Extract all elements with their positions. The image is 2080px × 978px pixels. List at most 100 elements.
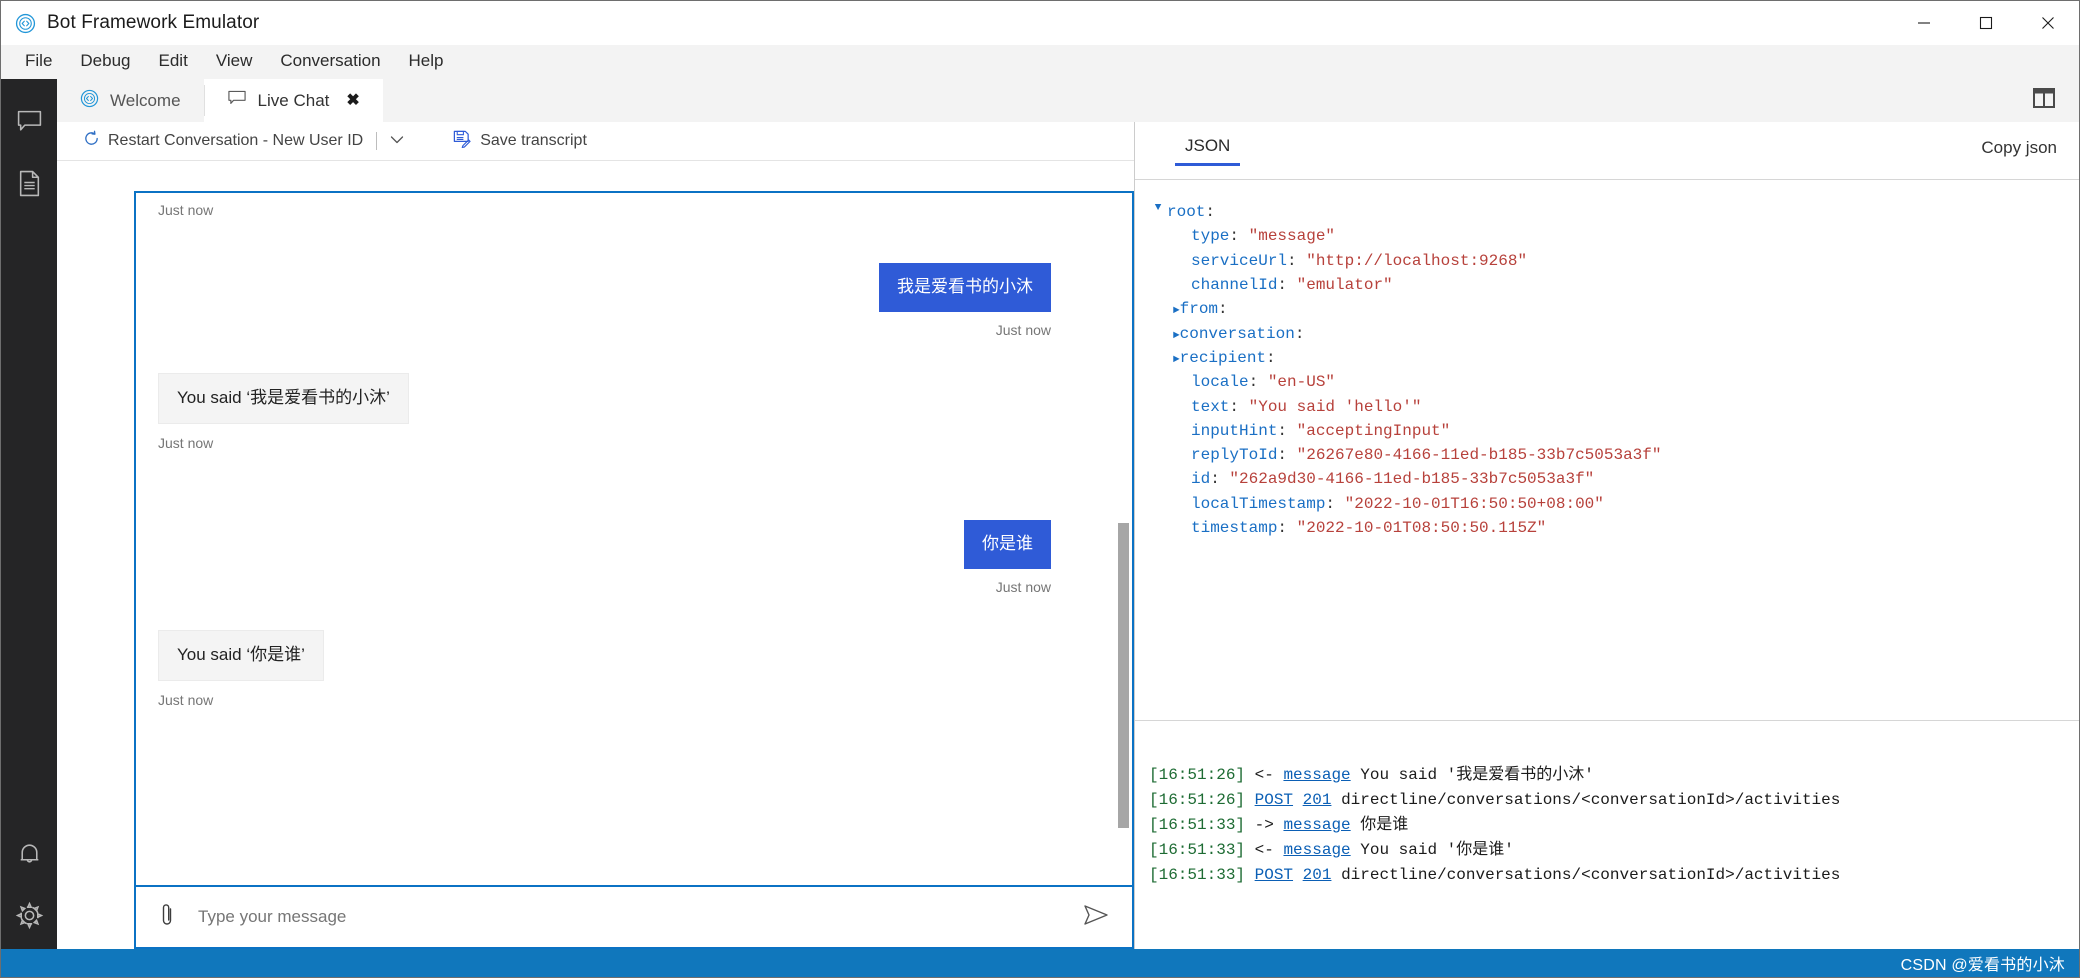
json-row: ► replyToId: "26267e80-4166-11ed-b185-33… <box>1149 443 2079 467</box>
log-message: You said '你是谁' <box>1360 840 1514 859</box>
minimize-button[interactable] <box>1893 1 1955 45</box>
message-row-bot-2: You said ‘你是谁’ <box>158 629 1094 681</box>
log-direction: <- <box>1254 840 1274 859</box>
twisty-placeholder-icon: ► <box>1149 443 1167 460</box>
chat-pane: Restart Conversation - New User ID Save … <box>57 122 1135 949</box>
json-row-recipient[interactable]: ► ►recipient: <box>1149 346 2079 370</box>
close-button[interactable] <box>2017 1 2079 45</box>
log-link[interactable]: message <box>1283 816 1350 834</box>
tab-label: Live Chat <box>257 90 330 110</box>
restart-conversation-dropdown[interactable] <box>386 130 408 152</box>
message-bubble-bot[interactable]: You said ‘我是爱看书的小沐’ <box>158 372 409 424</box>
chat-bubble-icon <box>16 108 43 140</box>
chevron-right-icon[interactable]: ► <box>1173 305 1180 317</box>
title-bar: Bot Framework Emulator <box>1 1 2079 45</box>
window-controls <box>1893 1 2079 45</box>
log-message: 你是谁 <box>1360 815 1409 834</box>
json-row: ► localTimestamp: "2022-10-01T16:50:50+0… <box>1149 492 2079 516</box>
json-key: from <box>1179 300 1219 319</box>
tab-json[interactable]: JSON <box>1175 136 1241 166</box>
json-row: ► serviceUrl: "http://localhost:9268" <box>1149 249 2079 273</box>
json-key: recipient <box>1179 348 1267 367</box>
restart-circular-arrow-icon <box>83 130 100 152</box>
menu-item-view[interactable]: View <box>202 46 267 77</box>
chat-transcript-panel[interactable]: Just now 我是爱看书的小沐 Just now You said ‘我是爱… <box>134 191 1134 887</box>
chat-scrollbar-track[interactable] <box>1116 193 1130 885</box>
attach-file-button[interactable] <box>150 900 184 934</box>
transcript-top-timestamp: Just now <box>158 202 214 218</box>
close-icon[interactable]: ✖ <box>346 92 359 109</box>
log-status-code[interactable]: 201 <box>1303 791 1332 809</box>
json-row: ► locale: "en-US" <box>1149 370 2079 394</box>
sidebar-item-chat[interactable] <box>1 93 57 155</box>
json-key: text <box>1191 397 1230 416</box>
json-key: inputHint <box>1191 421 1278 440</box>
chevron-down-icon[interactable]: ▼ <box>1149 200 1167 217</box>
json-key: replyToId <box>1191 446 1278 465</box>
chevron-right-icon[interactable]: ► <box>1173 330 1180 342</box>
log-link[interactable]: message <box>1283 841 1350 859</box>
maximize-button[interactable] <box>1955 1 2017 45</box>
log-row: [16:51:26] POST 201 directline/conversat… <box>1149 788 2079 813</box>
json-row: ► text: "You said 'hello'" <box>1149 395 2079 419</box>
inspector-pane: JSON Copy json ▼ root: ► type: "message" <box>1135 122 2079 949</box>
menu-item-file[interactable]: File <box>11 46 66 77</box>
twisty-placeholder-icon: ► <box>1149 467 1167 484</box>
message-timestamp: Just now <box>158 434 214 451</box>
twisty-placeholder-icon: ► <box>1149 419 1167 436</box>
send-button[interactable] <box>1078 900 1114 934</box>
toolbar-divider <box>376 132 378 150</box>
json-key: timestamp <box>1191 519 1278 538</box>
json-value: "emulator" <box>1296 275 1393 294</box>
log-direction: <- <box>1254 766 1274 784</box>
tab-live-chat[interactable]: Live Chat ✖ <box>203 79 383 122</box>
log-link[interactable]: message <box>1283 766 1350 784</box>
json-row-from[interactable]: ► ►from: <box>1149 297 2079 321</box>
message-row-user-1: 我是爱看书的小沐 <box>158 263 1094 312</box>
twisty-placeholder-icon: ► <box>1149 395 1167 412</box>
twisty-placeholder-icon: ► <box>1149 370 1167 387</box>
sidebar-item-resources[interactable] <box>1 155 57 217</box>
activity-bar <box>1 79 57 949</box>
tab-strip-actions <box>2029 79 2079 122</box>
log-timestamp: [16:51:26] <box>1149 790 1246 809</box>
json-value: "message" <box>1248 227 1336 246</box>
title-bar-left: Bot Framework Emulator <box>1 12 259 34</box>
tab-welcome[interactable]: Welcome <box>57 79 204 122</box>
json-viewer: ▼ root: ► type: "message" ► serviceUrl: … <box>1135 180 2079 721</box>
json-row-conversation[interactable]: ► ►conversation: <box>1149 322 2079 346</box>
save-transcript-button[interactable]: Save transcript <box>448 126 591 156</box>
chat-scrollbar-thumb[interactable] <box>1118 523 1129 828</box>
menu-item-conversation[interactable]: Conversation <box>266 46 394 77</box>
sidebar-item-settings[interactable] <box>1 887 57 949</box>
message-bubble-user[interactable]: 你是谁 <box>964 519 1051 569</box>
message-bubble-bot[interactable]: You said ‘你是谁’ <box>158 629 324 681</box>
message-bubble-user[interactable]: 我是爱看书的小沐 <box>879 263 1051 312</box>
json-root-row[interactable]: ▼ root: <box>1149 200 2079 224</box>
copy-json-button[interactable]: Copy json <box>1981 138 2057 158</box>
log-message: directline/conversations/<conversationId… <box>1341 790 1841 809</box>
chat-toolbar: Restart Conversation - New User ID Save … <box>57 122 1134 161</box>
menu-item-help[interactable]: Help <box>395 46 458 77</box>
save-transcript-label: Save transcript <box>480 132 587 149</box>
chevron-right-icon[interactable]: ► <box>1173 354 1180 366</box>
restart-conversation-button[interactable]: Restart Conversation - New User ID <box>79 127 367 155</box>
log-timestamp: [16:51:33] <box>1149 840 1246 859</box>
json-row: ► id: "262a9d30-4166-11ed-b185-33b7c5053… <box>1149 467 2079 491</box>
sidebar-item-notifications[interactable] <box>1 825 57 887</box>
message-input[interactable] <box>184 907 1078 927</box>
json-value: "2022-10-01T08:50:50.115Z" <box>1296 519 1547 538</box>
log-status-code[interactable]: 201 <box>1303 866 1332 884</box>
json-value: "http://localhost:9268" <box>1306 251 1528 270</box>
log-method[interactable]: POST <box>1255 791 1293 809</box>
log-method[interactable]: POST <box>1255 866 1293 884</box>
json-key: serviceUrl <box>1191 251 1288 270</box>
menu-item-debug[interactable]: Debug <box>66 46 144 77</box>
menu-item-edit[interactable]: Edit <box>145 46 202 77</box>
menu-bar: File Debug Edit View Conversation Help <box>1 45 2079 79</box>
json-key: channelId <box>1191 275 1278 294</box>
toggle-panel-layout-button[interactable] <box>2029 86 2059 116</box>
